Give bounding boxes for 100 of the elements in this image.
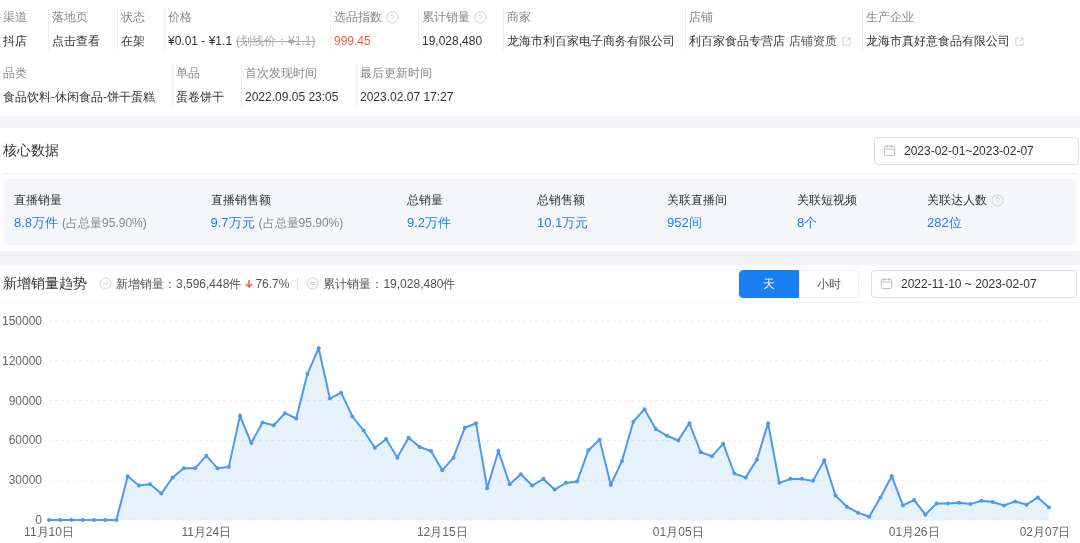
axis-label: 01月05日 — [652, 525, 704, 539]
original-price: (划线价：¥1.1) — [236, 33, 316, 50]
field-label: 商家 — [507, 9, 531, 26]
data-point — [339, 390, 344, 395]
metric-value: 952间 — [667, 214, 702, 233]
data-point — [136, 483, 141, 488]
data-point — [934, 501, 939, 506]
data-point — [923, 512, 928, 517]
field-value: 蛋卷饼干 — [176, 89, 224, 106]
data-point — [316, 346, 321, 351]
data-point — [653, 427, 658, 432]
data-point — [125, 474, 130, 479]
metric-value: 9.2万件 — [407, 214, 452, 233]
data-point — [429, 449, 433, 453]
axis-label: 12月15日 — [416, 525, 468, 539]
field-label: 首次发现时间 — [245, 65, 317, 82]
axis-label: 30000 — [8, 473, 42, 488]
data-point — [799, 476, 804, 481]
data-point — [620, 458, 625, 463]
metric-label: 关联短视频 — [797, 192, 858, 210]
axis-label: 150000 — [1, 314, 42, 328]
data-point — [754, 457, 759, 462]
data-point — [384, 437, 389, 442]
data-point — [462, 425, 467, 430]
data-point — [451, 455, 456, 460]
data-point — [1013, 499, 1018, 504]
data-point — [485, 486, 490, 491]
metric-value: 10.1万元 — [537, 214, 589, 233]
data-point — [91, 518, 96, 522]
axis-label: 01月26日 — [888, 525, 940, 539]
data-point — [58, 518, 63, 522]
metric-value: 8个 — [797, 214, 818, 233]
field-value: 19,028,480 — [422, 33, 483, 50]
data-point — [350, 414, 355, 419]
data-point — [698, 450, 703, 455]
data-point — [586, 448, 591, 453]
data-point — [282, 411, 287, 416]
axis-label: 0 — [35, 513, 42, 527]
data-point — [979, 498, 984, 503]
data-point — [743, 475, 748, 480]
data-point — [889, 474, 894, 479]
section-title: 核心数据 — [3, 141, 59, 160]
field-value: 利百家食品专营店 — [689, 33, 785, 50]
field-label: 选品指数 — [334, 9, 382, 26]
data-point — [878, 495, 883, 500]
field-label: 价格 — [168, 9, 192, 26]
store-qualification-link[interactable]: 店铺资质 — [789, 32, 837, 50]
data-point — [822, 458, 827, 463]
down-arrow-icon — [245, 278, 254, 289]
field-value: 龙海市真好意食品有限公司 — [866, 33, 1010, 50]
data-point — [766, 421, 771, 426]
date-range-picker[interactable]: 2022-11-10 ~ 2023-02-07 — [871, 269, 1077, 298]
metric-value: 8.8万件 — [14, 214, 59, 233]
data-point — [170, 475, 175, 480]
data-point — [631, 419, 636, 424]
granularity-tab[interactable]: 天 — [739, 269, 799, 298]
data-point — [114, 518, 119, 522]
field-value: 点击查看 — [52, 33, 100, 50]
data-point — [575, 479, 580, 484]
data-point — [990, 500, 995, 505]
granularity-tab[interactable]: 小时 — [799, 269, 859, 298]
data-point — [260, 420, 265, 425]
metric-label: 直播销售额 — [210, 192, 271, 210]
field-value: 2023.02.07 17:27 — [360, 89, 454, 106]
data-point — [721, 441, 726, 446]
metric-note: (占总量95.90%) — [258, 215, 344, 233]
data-point — [80, 518, 85, 522]
metric-label: 关联直播间 — [667, 192, 728, 210]
field-label: 品类 — [3, 65, 27, 82]
field-label: 状态 — [121, 9, 145, 26]
change-percent: 76.7% — [255, 275, 290, 293]
field-label: 落地页 — [52, 9, 88, 26]
external-link-icon[interactable] — [1014, 35, 1025, 47]
metric-label: 总销售额 — [537, 192, 585, 210]
axis-label: 11月24日 — [181, 525, 232, 539]
data-point — [69, 518, 74, 522]
date-range-picker[interactable]: 2023-02-01~2023-02-07 — [874, 136, 1079, 165]
data-point — [226, 464, 231, 469]
external-link-icon[interactable] — [841, 35, 852, 47]
data-point — [833, 493, 838, 498]
metric-note: (占总量95.90%) — [62, 215, 147, 233]
calendar-icon — [880, 277, 893, 290]
metric-value: 9.7万元 — [210, 214, 255, 233]
field-label: 店铺 — [689, 9, 713, 26]
axis-label: 120000 — [1, 353, 42, 368]
data-point — [665, 433, 669, 438]
data-point — [777, 480, 782, 485]
field-value: 抖店 — [3, 33, 27, 50]
field-label: 最后更新时间 — [360, 65, 432, 82]
metric-label: 总销量 — [407, 192, 443, 210]
data-point — [957, 500, 962, 505]
data-point — [530, 483, 535, 488]
data-point — [1047, 505, 1051, 510]
data-point — [395, 455, 400, 460]
data-point — [642, 407, 647, 412]
field-value: 999.45 — [334, 33, 371, 50]
section-title: 新增销量趋势 — [3, 274, 87, 293]
data-point — [361, 428, 366, 433]
field-value: ¥0.01 - ¥1.1 — [168, 33, 233, 50]
data-point — [204, 453, 209, 458]
